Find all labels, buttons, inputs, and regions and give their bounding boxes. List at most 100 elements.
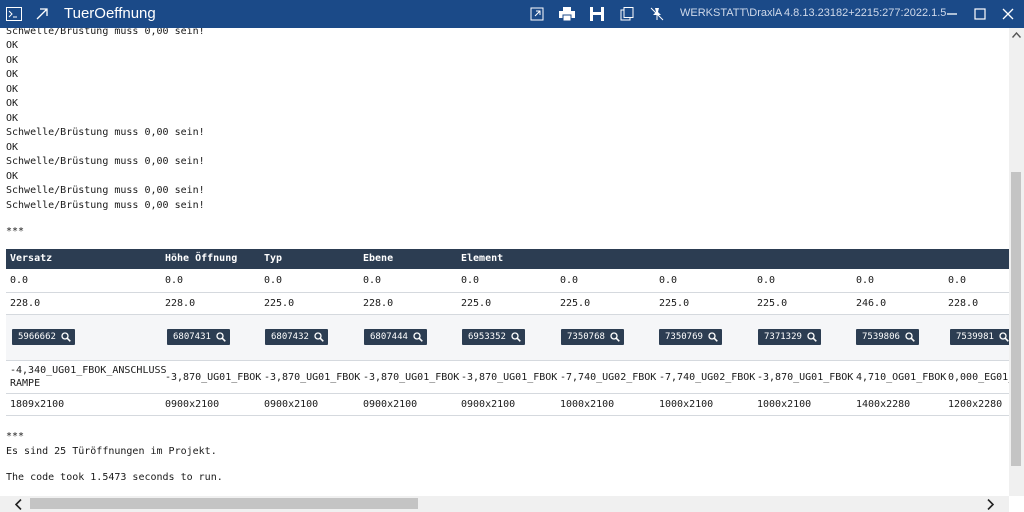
scroll-left-icon[interactable]	[10, 496, 26, 512]
search-icon	[314, 332, 324, 342]
element-id-button[interactable]: 6953352	[462, 329, 525, 345]
table-cell: 0900x2100	[165, 399, 220, 410]
table-cell: 225.0	[264, 298, 295, 309]
element-id-button[interactable]: 7350768	[561, 329, 624, 345]
open-external-icon[interactable]	[32, 0, 52, 28]
table-header: Versatz Höhe Öffnung Typ Ebene Element	[6, 249, 1009, 269]
table-cell: 225.0	[560, 298, 591, 309]
unpin-icon[interactable]	[648, 0, 666, 28]
element-id-button[interactable]: 6807431	[167, 329, 230, 345]
close-icon[interactable]	[996, 0, 1020, 28]
element-id-label: 6807444	[370, 332, 408, 342]
element-id-button[interactable]: 6807432	[265, 329, 328, 345]
element-id-button[interactable]: 7539806	[856, 329, 919, 345]
separator-line: ***	[6, 226, 25, 237]
element-id-label: 7350768	[567, 332, 605, 342]
table-cell: -7,740_UG02_FBOK	[659, 372, 756, 383]
table-cell: 0,000_EG01_	[948, 372, 1009, 383]
copy-icon[interactable]	[618, 0, 636, 28]
element-id-label: 7371329	[764, 332, 802, 342]
table-cell: -3,870_UG01_FBOK	[757, 372, 854, 383]
console-line: Schwelle/Brüstung muss 0,00 sein!	[6, 28, 205, 37]
element-id-label: 7539981	[956, 332, 994, 342]
table-row: -4,340_UG01_FBOK_ANSCHLUSS RAMPE -3,870_…	[6, 361, 1009, 394]
table-cell: 0.0	[659, 275, 678, 286]
maximize-icon[interactable]	[968, 0, 992, 28]
table-cell: 1000x2100	[757, 399, 812, 410]
search-icon	[413, 332, 423, 342]
table-cell: 0.0	[948, 275, 967, 286]
console-line: OK	[6, 113, 19, 124]
element-id-label: 7350769	[665, 332, 703, 342]
element-id-label: 7539806	[862, 332, 900, 342]
separator-line: ***	[6, 431, 25, 442]
table-cell: 1809x2100	[10, 399, 65, 410]
print-icon[interactable]	[557, 0, 577, 28]
console-line: OK	[6, 171, 19, 182]
table-cell: 0.0	[165, 275, 184, 286]
header-hoehe: Höhe Öffnung	[165, 253, 238, 264]
table-cell: 228.0	[10, 298, 41, 309]
table-cell: 0.0	[856, 275, 875, 286]
table-cell: 225.0	[757, 298, 788, 309]
table-cell: 0.0	[363, 275, 382, 286]
table-cell: 225.0	[461, 298, 492, 309]
search-icon	[610, 332, 620, 342]
minimize-icon[interactable]	[940, 0, 964, 28]
table-cell: 0.0	[560, 275, 579, 286]
version-label: 4.8.13.23182+2215:277:2022.1.5	[784, 7, 947, 19]
element-id-button[interactable]: 7371329	[758, 329, 821, 345]
console-line: OK	[6, 40, 19, 51]
table-cell: -4,340_UG01_FBOK_ANSCHLUSS RAMPE	[10, 365, 167, 389]
horizontal-scroll-thumb[interactable]	[30, 498, 418, 509]
console-icon	[4, 0, 24, 28]
table-cell: 0.0	[10, 275, 29, 286]
element-id-label: 6807432	[271, 332, 309, 342]
table-cell: 1200x2280	[948, 399, 1003, 410]
search-icon	[708, 332, 718, 342]
table-cell: 246.0	[856, 298, 887, 309]
search-icon	[905, 332, 915, 342]
table-cell: 1400x2280	[856, 399, 911, 410]
element-id-button[interactable]: 6807444	[364, 329, 427, 345]
search-icon	[999, 332, 1009, 342]
console-line: OK	[6, 55, 19, 66]
table-cell: -3,870_UG01_FBOK	[165, 372, 262, 383]
table-cell: 4,710_OG01_FBOK	[856, 372, 947, 383]
header-typ: Typ	[264, 253, 283, 264]
title-bar: TuerOeffnung WERKSTATT\DraxlA 4.8.13.231…	[0, 0, 1024, 28]
save-icon[interactable]	[588, 0, 606, 28]
table-cell: 0900x2100	[363, 399, 418, 410]
table-cell: 1000x2100	[560, 399, 615, 410]
element-id-button[interactable]: 7350769	[659, 329, 722, 345]
scroll-right-icon[interactable]	[982, 496, 998, 512]
element-id-button[interactable]: 7539981	[950, 329, 1009, 345]
console-line: OK	[6, 98, 19, 109]
element-id-button[interactable]: 5966662	[12, 329, 75, 345]
header-versatz: Versatz	[10, 253, 53, 264]
console-line: Schwelle/Brüstung muss 0,00 sein!	[6, 200, 205, 211]
header-ebene: Ebene	[363, 253, 394, 264]
search-icon	[511, 332, 521, 342]
table-cell: 0900x2100	[461, 399, 516, 410]
table-row-ids: 5966662 6807431 6807432 6807444 6953352 …	[6, 315, 1009, 361]
window-title: TuerOeffnung	[64, 5, 156, 22]
vertical-scroll-thumb[interactable]	[1011, 172, 1021, 466]
search-icon	[807, 332, 817, 342]
console-line: OK	[6, 69, 19, 80]
table-cell: -3,870_UG01_FBOK	[264, 372, 361, 383]
table-cell: -7,740_UG02_FBOK	[560, 372, 657, 383]
table-cell: 0.0	[757, 275, 776, 286]
table-cell: 228.0	[363, 298, 394, 309]
console-line: OK	[6, 84, 19, 95]
table-cell: -3,870_UG01_FBOK	[363, 372, 460, 383]
expand-icon[interactable]	[528, 0, 546, 28]
user-label: WERKSTATT\DraxlA	[680, 7, 783, 19]
scroll-up-icon[interactable]	[1009, 28, 1024, 42]
table-cell: 225.0	[659, 298, 690, 309]
table-cell: 1000x2100	[659, 399, 714, 410]
console-line: Schwelle/Brüstung muss 0,00 sein!	[6, 127, 205, 138]
search-icon	[61, 332, 71, 342]
header-element: Element	[461, 253, 504, 264]
table-cell: 228.0	[165, 298, 196, 309]
